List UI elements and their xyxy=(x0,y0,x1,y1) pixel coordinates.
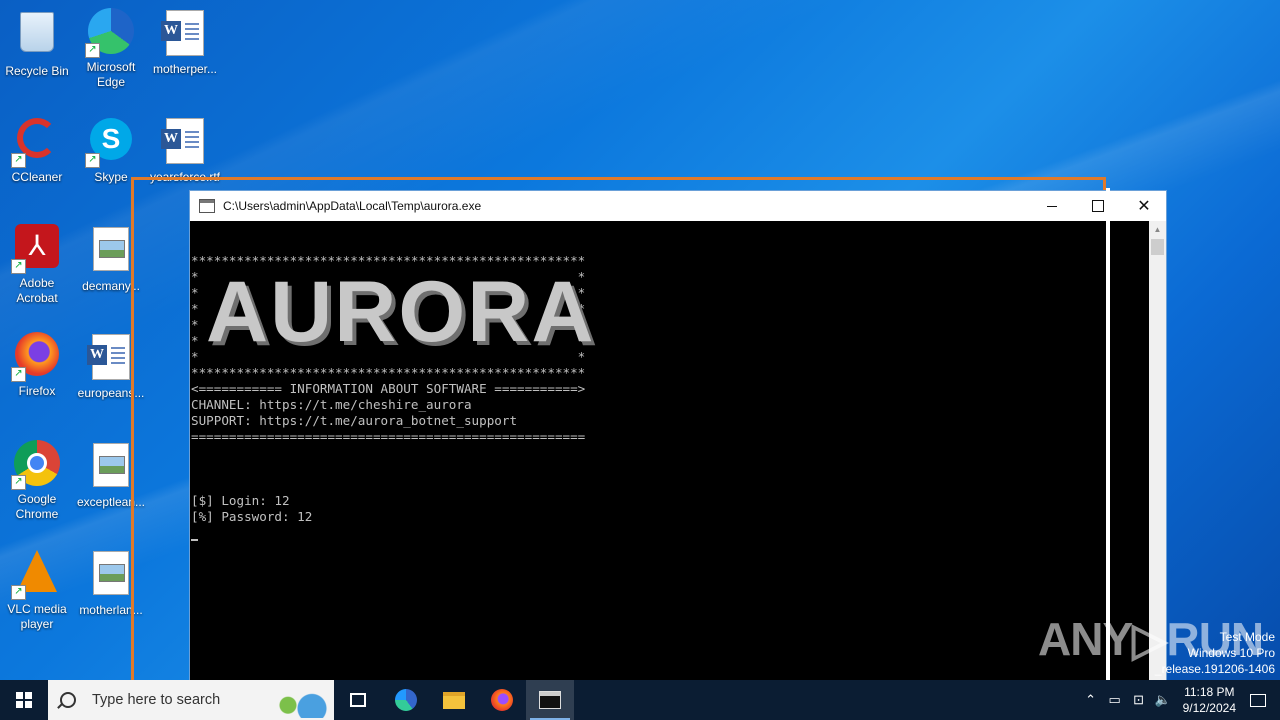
clock-time: 11:18 PM xyxy=(1184,685,1235,699)
desktop-icon-microsoft-edge[interactable]: ↗ Microsoft Edge xyxy=(74,8,148,90)
window-titlebar[interactable]: C:\Users\admin\AppData\Local\Temp\aurora… xyxy=(190,191,1166,221)
clock[interactable]: 11:18 PM 9/12/2024 xyxy=(1183,684,1236,716)
close-button[interactable]: ✕ xyxy=(1121,191,1167,221)
image-file-icon xyxy=(87,443,135,491)
task-view-button[interactable] xyxy=(334,680,382,720)
icon-label: Google Chrome xyxy=(15,492,59,521)
device-icon[interactable]: ▭ xyxy=(1103,692,1127,708)
start-button[interactable] xyxy=(0,680,48,720)
icon-label: Firefox xyxy=(18,384,56,398)
search-placeholder: Type here to search xyxy=(92,692,221,708)
taskbar-file-explorer[interactable] xyxy=(430,680,478,720)
image-file-icon xyxy=(87,227,135,275)
taskbar-edge[interactable] xyxy=(382,680,430,720)
console-line: SUPPORT: https://t.me/aurora_botnet_supp… xyxy=(191,413,518,428)
maximize-button[interactable] xyxy=(1075,191,1121,221)
desktop-icon-skype[interactable]: S ↗ Skype xyxy=(74,116,148,185)
icon-label: Microsoft Edge xyxy=(86,60,136,89)
task-view-icon xyxy=(350,693,366,707)
clock-date: 9/12/2024 xyxy=(1182,701,1236,715)
word-document-icon: W xyxy=(161,118,209,166)
word-document-icon: W xyxy=(87,334,135,382)
scroll-thumb[interactable] xyxy=(1151,239,1164,255)
text-cursor xyxy=(191,539,198,541)
image-file-icon xyxy=(87,551,135,599)
acrobat-icon: ⅄ ↗ xyxy=(11,224,61,274)
skype-icon: S ↗ xyxy=(85,118,135,168)
firefox-icon: ↗ xyxy=(11,332,61,382)
desktop-icon-ccleaner[interactable]: ↗ CCleaner xyxy=(0,116,74,185)
maximize-icon xyxy=(1092,200,1104,212)
desktop-icon-adobe-acrobat[interactable]: ⅄ ↗ Adobe Acrobat xyxy=(0,224,74,306)
console-window[interactable]: C:\Users\admin\AppData\Local\Temp\aurora… xyxy=(189,190,1167,690)
scroll-up-icon[interactable]: ▲ xyxy=(1149,221,1166,237)
icon-label: VLC media player xyxy=(7,602,67,631)
icon-label: Recycle Bin xyxy=(5,64,69,78)
taskbar-search-box[interactable]: Type here to search xyxy=(48,680,334,720)
taskbar: Type here to search ⌃ ▭ ⊡ 🔈 11:18 PM 9/1… xyxy=(0,680,1280,720)
edge-icon: ↗ xyxy=(85,8,135,58)
system-tray: ⌃ ▭ ⊡ 🔈 11:18 PM 9/12/2024 xyxy=(1079,680,1280,720)
console-app-icon xyxy=(199,199,215,213)
console-line: <=========== INFORMATION ABOUT SOFTWARE … xyxy=(191,381,586,396)
ccleaner-icon: ↗ xyxy=(11,118,61,168)
network-icon[interactable]: ⊡ xyxy=(1127,692,1151,708)
recycle-bin-icon xyxy=(13,12,61,60)
console-line: [%] Password: 12 xyxy=(191,509,313,524)
folder-icon xyxy=(443,691,465,709)
console-line: CHANNEL: https://t.me/cheshire_aurora xyxy=(191,397,472,412)
icon-label: Adobe Acrobat xyxy=(16,276,58,305)
console-icon xyxy=(539,691,561,709)
close-icon: ✕ xyxy=(1137,198,1151,215)
volume-icon[interactable]: 🔈 xyxy=(1151,692,1175,708)
desktop-icon-google-chrome[interactable]: ↗ Google Chrome xyxy=(0,440,74,522)
minimize-icon xyxy=(1047,205,1057,207)
desktop-icon-vlc[interactable]: ↗ VLC media player xyxy=(0,548,74,632)
windows-logo-icon xyxy=(16,692,32,708)
search-icon xyxy=(60,692,76,708)
chrome-icon: ↗ xyxy=(11,440,61,490)
taskbar-firefox[interactable] xyxy=(478,680,526,720)
search-highlight-art xyxy=(270,686,330,718)
window-title: C:\Users\admin\AppData\Local\Temp\aurora… xyxy=(223,199,482,213)
desktop-icon-firefox[interactable]: ↗ Firefox xyxy=(0,332,74,399)
test-mode-notice: Test Mode Windows 10 Pro _release.191206… xyxy=(1154,630,1275,676)
chevron-up-icon[interactable]: ⌃ xyxy=(1079,692,1103,708)
aurora-ascii-banner: AURORA xyxy=(206,264,596,360)
vlc-icon: ↗ xyxy=(11,550,61,600)
word-document-icon: W xyxy=(161,10,209,58)
console-line: [$] Login: 12 xyxy=(191,493,290,508)
icon-label: motherper... xyxy=(152,62,218,76)
firefox-icon xyxy=(491,689,513,711)
edge-icon xyxy=(395,689,417,711)
desktop-icon-recycle-bin[interactable]: Recycle Bin xyxy=(0,8,74,79)
notification-icon[interactable] xyxy=(1250,693,1266,707)
icon-label: CCleaner xyxy=(11,170,63,184)
minimize-button[interactable] xyxy=(1029,191,1075,221)
taskbar-console[interactable] xyxy=(526,680,574,720)
desktop-icon-yearsforce[interactable]: W yearsforce.rtf xyxy=(148,116,222,185)
desktop-icon-motherper[interactable]: W motherper... xyxy=(148,8,222,77)
console-line: ****************************************… xyxy=(191,365,586,380)
console-line: ========================================… xyxy=(191,429,586,444)
